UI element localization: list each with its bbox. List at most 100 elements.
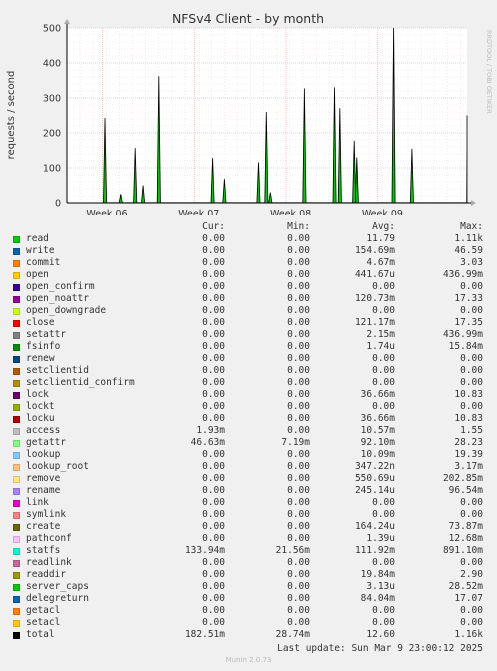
legend-cur: 0.00 (202, 533, 225, 544)
legend-cur: 0.00 (202, 353, 225, 364)
legend-avg: 36.66m (360, 413, 395, 424)
legend-name: open_confirm (26, 281, 95, 292)
x-tick-labels: Week 06 Week 07 Week 08 Week 09 (86, 209, 403, 215)
y-axis-arrow (64, 19, 70, 24)
legend-avg: 0.00 (372, 497, 395, 508)
legend-max: 0.00 (460, 557, 483, 568)
legend-cur: 0.00 (202, 617, 225, 628)
legend-row-link: link 0.00 0.00 0.00 0.00 (0, 497, 497, 509)
legend-row-total: total 182.51m 28.74m 12.60 1.16k (0, 629, 497, 641)
legend-cur: 0.00 (202, 257, 225, 268)
legend-max: 10.83 (454, 413, 483, 424)
legend-cur: 0.00 (202, 485, 225, 496)
legend-cur: 182.51m (184, 629, 225, 640)
y-tick-label: 300 (43, 94, 61, 105)
legend-name: access (26, 425, 61, 436)
legend-max: 0.00 (460, 401, 483, 412)
legend-max: 12.68m (448, 533, 483, 544)
legend-name: setclientid_confirm (26, 377, 135, 388)
legend-row-open-downgrade: open_downgrade 0.00 0.00 0.00 0.00 (0, 305, 497, 317)
legend-max: 0.00 (460, 377, 483, 388)
legend-min: 21.56m (275, 545, 310, 556)
legend-min: 0.00 (287, 389, 310, 400)
legend-cur: 0.00 (202, 341, 225, 352)
legend-cur: 0.00 (202, 449, 225, 460)
legend-min: 0.00 (287, 509, 310, 520)
legend-avg: 2.15m (366, 329, 395, 340)
legend-min: 0.00 (287, 617, 310, 628)
x-tick-label: Week 07 (178, 209, 219, 215)
legend-min: 0.00 (287, 257, 310, 268)
legend-row-getacl: getacl 0.00 0.00 0.00 0.00 (0, 605, 497, 617)
legend-name: fsinfo (26, 341, 61, 352)
legend-max: 1.16k (454, 629, 483, 640)
legend-row-open-confirm: open_confirm 0.00 0.00 0.00 0.00 (0, 281, 497, 293)
x-tick-label: Week 06 (86, 209, 127, 215)
legend-min: 28.74m (275, 629, 310, 640)
legend-min: 0.00 (287, 593, 310, 604)
legend-swatch (13, 524, 20, 531)
legend-avg: 164.24u (354, 521, 395, 532)
legend-row-readlink: readlink 0.00 0.00 0.00 0.00 (0, 557, 497, 569)
legend-cur: 0.00 (202, 569, 225, 580)
legend-avg: 245.14u (354, 485, 395, 496)
legend-min: 0.00 (287, 569, 310, 580)
legend-swatch (13, 380, 20, 387)
legend-swatch (13, 428, 20, 435)
legend-name: close (26, 317, 55, 328)
legend-cur: 0.00 (202, 317, 225, 328)
legend-cur: 1.93m (196, 425, 225, 436)
x-tick-label: Week 09 (362, 209, 403, 215)
legend-min: 0.00 (287, 341, 310, 352)
x-axis-arrow (471, 200, 476, 206)
y-axis-label: requests / second (6, 71, 17, 160)
nfsv4-chart: NFSv4 Client - by month requests / secon… (6, 11, 493, 215)
legend-max: 15.84m (448, 341, 483, 352)
y-tick-label: 500 (43, 24, 61, 35)
y-tick-label: 200 (43, 129, 61, 140)
legend-max: 10.83 (454, 389, 483, 400)
legend-cur: 0.00 (202, 593, 225, 604)
legend-max: 3.03 (460, 257, 483, 268)
legend-header: Cur: Min: Avg: Max: (0, 221, 497, 233)
legend-name: lockt (26, 401, 55, 412)
legend-row-commit: commit 0.00 0.00 4.67m 3.03 (0, 257, 497, 269)
legend-swatch (13, 596, 20, 603)
legend-name: renew (26, 353, 55, 364)
legend-swatch (13, 296, 20, 303)
legend-avg: 0.00 (372, 281, 395, 292)
legend-row-pathconf: pathconf 0.00 0.00 1.39u 12.68m (0, 533, 497, 545)
legend-swatch (13, 620, 20, 627)
legend-max: 96.54m (448, 485, 483, 496)
legend-cur: 0.00 (202, 281, 225, 292)
legend-cur: 0.00 (202, 557, 225, 568)
legend-avg: 0.00 (372, 305, 395, 316)
legend-min: 0.00 (287, 581, 310, 592)
legend-swatch (13, 284, 20, 291)
legend-min: 0.00 (287, 497, 310, 508)
legend-cur: 0.00 (202, 389, 225, 400)
legend-row-access: access 1.93m 0.00 10.57m 1.55 (0, 425, 497, 437)
legend-name: total (26, 629, 55, 640)
legend-cur: 0.00 (202, 245, 225, 256)
legend-max: 0.00 (460, 497, 483, 508)
legend-max: 0.00 (460, 605, 483, 616)
munin-version: Munin 2.0.73 (225, 656, 272, 664)
legend-name: open (26, 269, 49, 280)
legend-min: 0.00 (287, 401, 310, 412)
legend-row-setattr: setattr 0.00 0.00 2.15m 436.99m (0, 329, 497, 341)
legend-max: 0.00 (460, 365, 483, 376)
legend-cur: 0.00 (202, 401, 225, 412)
x-tick-label: Week 08 (270, 209, 311, 215)
legend-avg: 84.04m (360, 593, 395, 604)
legend-max: 0.00 (460, 509, 483, 520)
legend-name: lock (26, 389, 49, 400)
legend-row-locku: locku 0.00 0.00 36.66m 10.83 (0, 413, 497, 425)
legend-name: open_downgrade (26, 305, 107, 316)
legend-swatch (13, 512, 20, 519)
legend-avg: 92.10m (360, 437, 395, 448)
legend-min: 0.00 (287, 317, 310, 328)
legend-avg: 0.00 (372, 377, 395, 388)
legend-name: statfs (26, 545, 61, 556)
legend-max: 17.35 (454, 317, 483, 328)
